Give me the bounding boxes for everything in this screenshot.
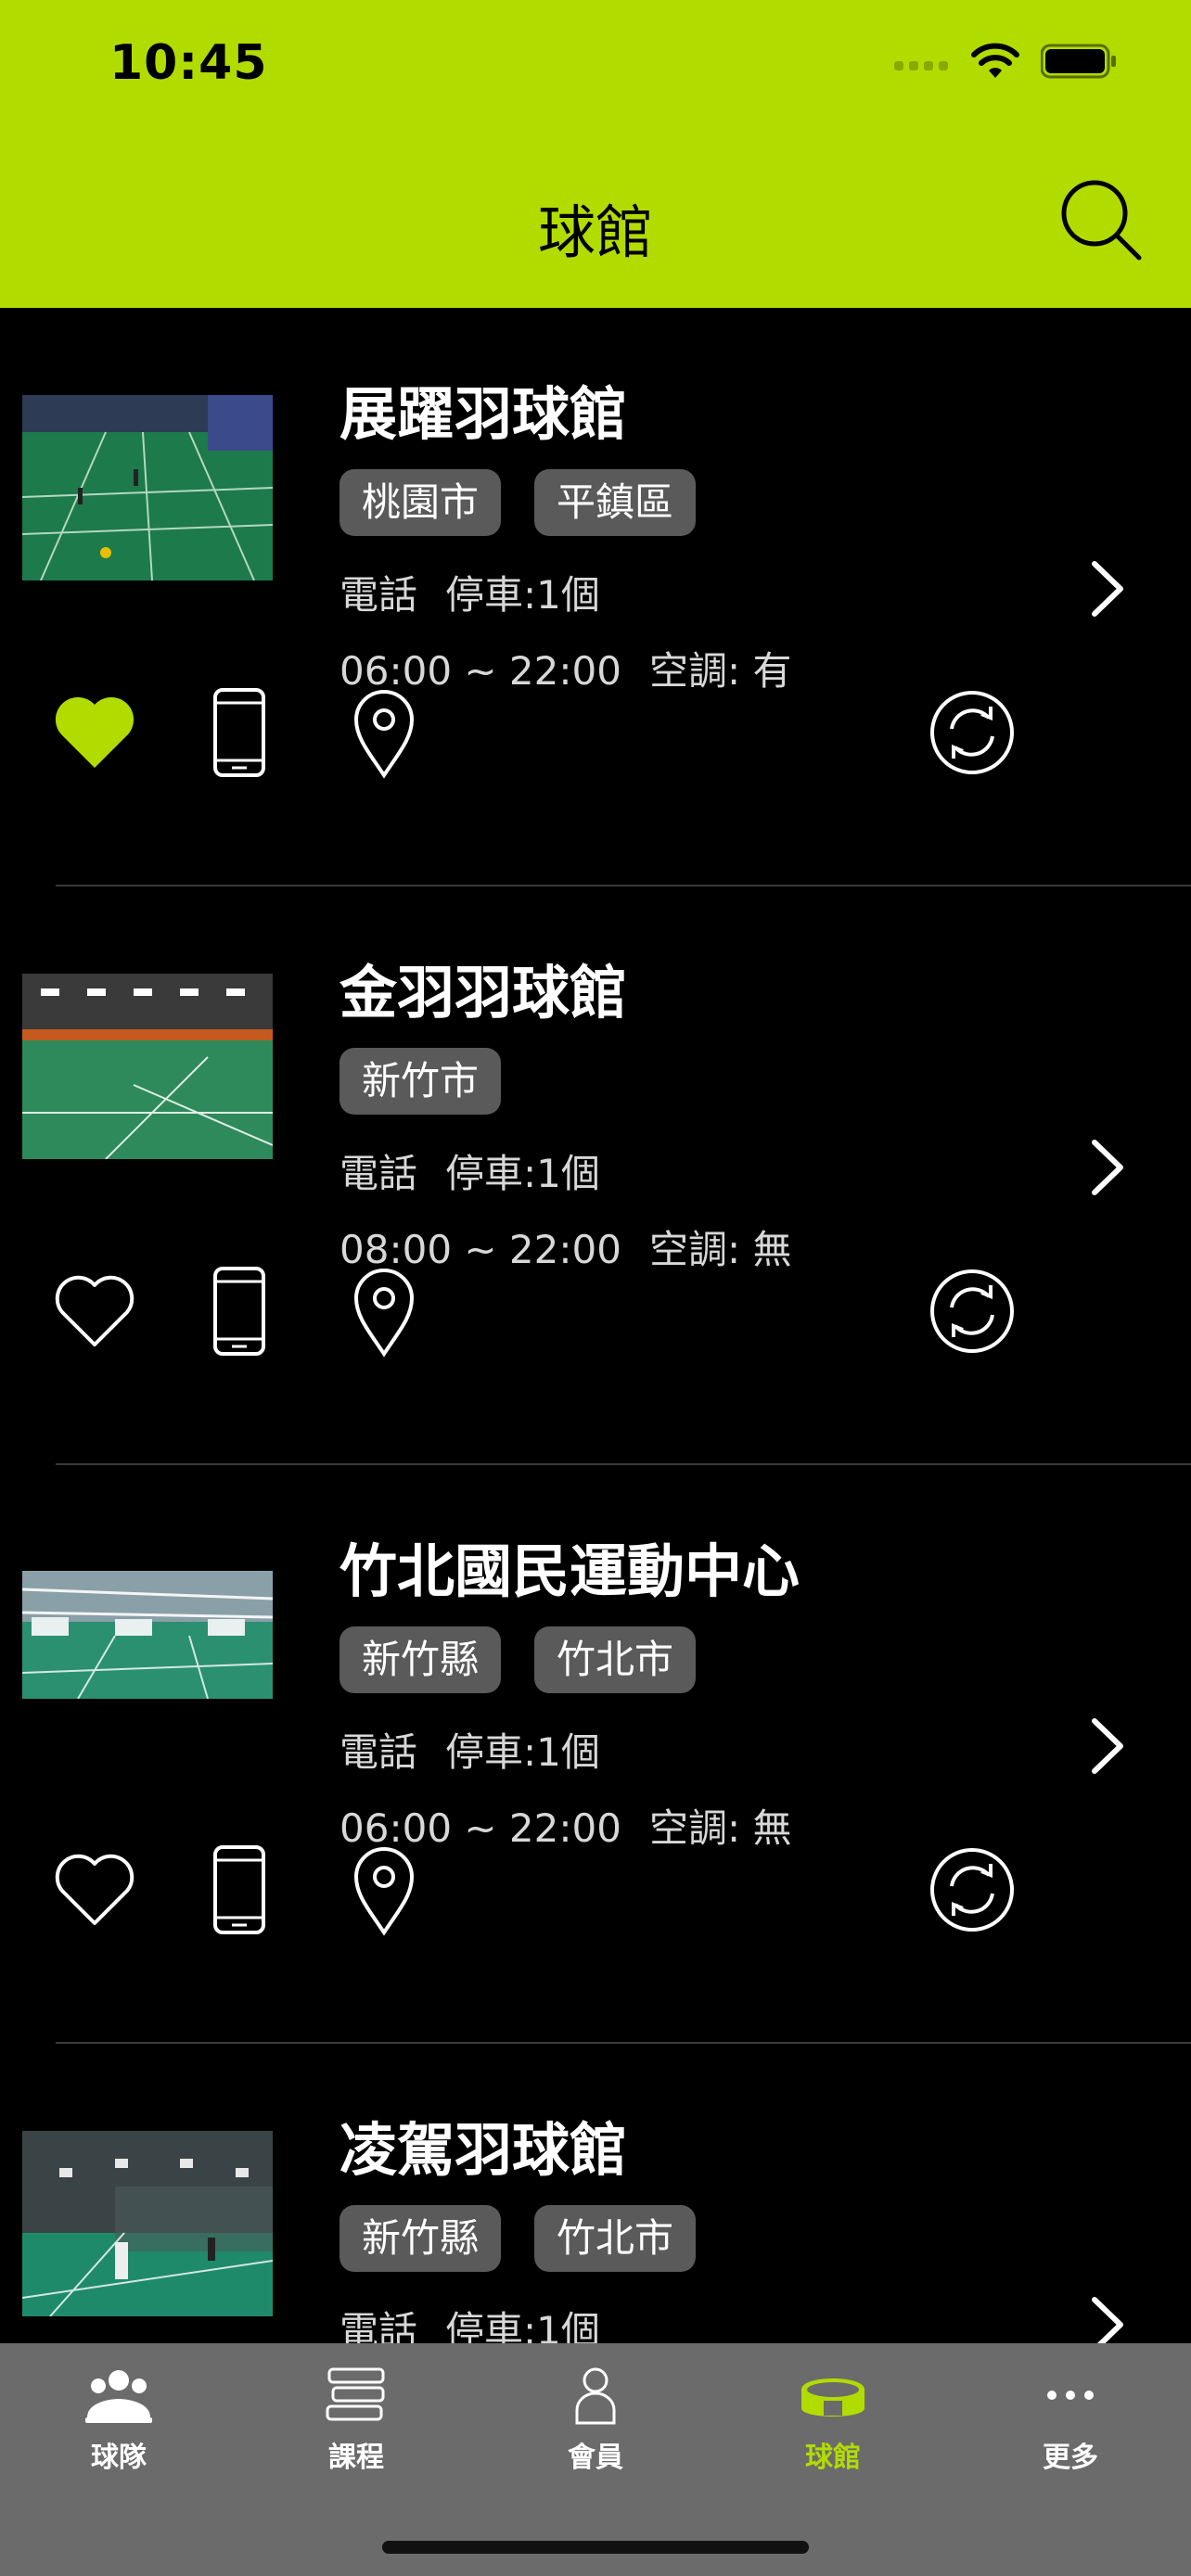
tab-team[interactable]: 球隊 — [45, 2366, 193, 2475]
venue-actions — [0, 1843, 1191, 1945]
refresh-icon[interactable] — [926, 1843, 1018, 1936]
search-icon — [1061, 180, 1142, 261]
venue-card[interactable]: 竹北國民運動中心 新竹縣 竹北市 電話 停車:1個 06:00 ~ 22:00 空調… — [0, 1465, 1191, 2044]
phone-label: 電話 — [339, 572, 418, 618]
location-pin-icon[interactable] — [338, 1843, 430, 1936]
refresh-icon[interactable] — [926, 686, 1018, 779]
phone-label: 電話 — [339, 2308, 418, 2343]
venue-info-line1: 電話 停車:1個 — [339, 2300, 628, 2343]
location-pin-icon[interactable] — [338, 1265, 430, 1358]
venue-thumbnail — [22, 974, 273, 1159]
venue-card[interactable]: 展躍羽球館 桃園市 平鎮區 電話 停車:1個 06:00 ~ 22:00 空調: 有 — [0, 308, 1191, 886]
parking-info: 停車:1個 — [445, 1151, 600, 1196]
venue-actions — [0, 686, 1191, 788]
chevron-right-icon[interactable] — [1089, 558, 1126, 619]
venue-card[interactable]: 金羽羽球館 新竹市 電話 停車:1個 08:00 ~ 22:00 空調: 無 — [0, 886, 1191, 1465]
city-tag: 桃園市 — [339, 469, 502, 536]
parking-info: 停車:1個 — [445, 1729, 600, 1775]
district-tag: 竹北市 — [534, 2205, 697, 2272]
venue-tags: 新竹市 — [339, 1048, 502, 1115]
tab-more[interactable]: 更多 — [996, 2366, 1145, 2475]
venue-thumbnail — [22, 395, 273, 580]
search-button[interactable] — [1059, 178, 1145, 263]
tab-label: 課程 — [328, 2442, 384, 2474]
signal-icon — [894, 61, 948, 70]
status-icons — [894, 43, 1117, 80]
nav-bar: 球館 — [0, 130, 1191, 308]
books-icon — [326, 2367, 385, 2421]
tab-label: 更多 — [1043, 2442, 1098, 2474]
parking-info: 停車:1個 — [445, 572, 600, 618]
stadium-icon — [801, 2378, 864, 2417]
venue-name: 竹北國民運動中心 — [339, 1537, 800, 1605]
chevron-right-icon[interactable] — [1089, 1137, 1126, 1198]
district-tag: 平鎮區 — [534, 469, 697, 536]
wifi-icon — [971, 43, 1019, 78]
home-indicator[interactable] — [382, 2541, 809, 2554]
venue-info-line1: 電話 停車:1個 — [339, 1142, 628, 1199]
tab-label: 球隊 — [91, 2442, 147, 2474]
phone-label: 電話 — [339, 1729, 418, 1775]
status-time: 10:45 — [109, 35, 268, 91]
battery-icon — [1041, 44, 1116, 79]
member-icon — [575, 2367, 616, 2425]
chevron-right-icon[interactable] — [1089, 2294, 1126, 2343]
heart-icon[interactable] — [48, 1843, 141, 1936]
tab-venues[interactable]: 球館 — [759, 2366, 907, 2475]
city-tag: 新竹縣 — [339, 1626, 502, 1693]
page-title: 球館 — [537, 198, 653, 266]
tab-label: 會員 — [568, 2442, 623, 2474]
phone-label: 電話 — [339, 1151, 418, 1196]
tab-label: 球館 — [805, 2442, 861, 2474]
venue-tags: 新竹縣 竹北市 — [339, 1626, 697, 1693]
heart-icon[interactable] — [48, 1265, 141, 1358]
venue-info-line1: 電話 停車:1個 — [339, 564, 628, 620]
city-tag: 新竹縣 — [339, 2205, 502, 2272]
venue-name: 凌駕羽球館 — [339, 2116, 628, 2184]
location-pin-icon[interactable] — [338, 686, 430, 779]
venue-thumbnail — [22, 2131, 273, 2316]
venue-tags: 新竹縣 竹北市 — [339, 2205, 697, 2272]
venue-list[interactable]: 展躍羽球館 桃園市 平鎮區 電話 停車:1個 06:00 ~ 22:00 空調: 有 — [0, 308, 1191, 2343]
venue-name: 金羽羽球館 — [339, 959, 628, 1027]
team-icon — [85, 2370, 152, 2423]
venue-actions — [0, 1265, 1191, 1367]
district-tag: 竹北市 — [534, 1626, 697, 1693]
venue-info-line1: 電話 停車:1個 — [339, 1721, 628, 1778]
tab-member[interactable]: 會員 — [521, 2366, 670, 2475]
phone-icon[interactable] — [193, 1843, 286, 1936]
city-tag: 新竹市 — [339, 1048, 502, 1115]
venue-name: 展躍羽球館 — [339, 380, 628, 448]
venue-card[interactable]: 凌駕羽球館 新竹縣 竹北市 電話 停車:1個 — [0, 2044, 1191, 2343]
status-bar: 10:45 — [0, 0, 1191, 130]
venue-thumbnail — [22, 1571, 273, 1699]
parking-info: 停車:1個 — [445, 2308, 600, 2343]
phone-icon[interactable] — [193, 686, 286, 779]
refresh-icon[interactable] — [926, 1265, 1018, 1358]
heart-filled-icon[interactable] — [48, 686, 141, 779]
venue-tags: 桃園市 平鎮區 — [339, 469, 697, 536]
chevron-right-icon[interactable] — [1089, 1715, 1126, 1777]
more-icon — [1047, 2391, 1094, 2400]
tab-courses[interactable]: 課程 — [282, 2366, 430, 2475]
phone-icon[interactable] — [193, 1265, 286, 1358]
